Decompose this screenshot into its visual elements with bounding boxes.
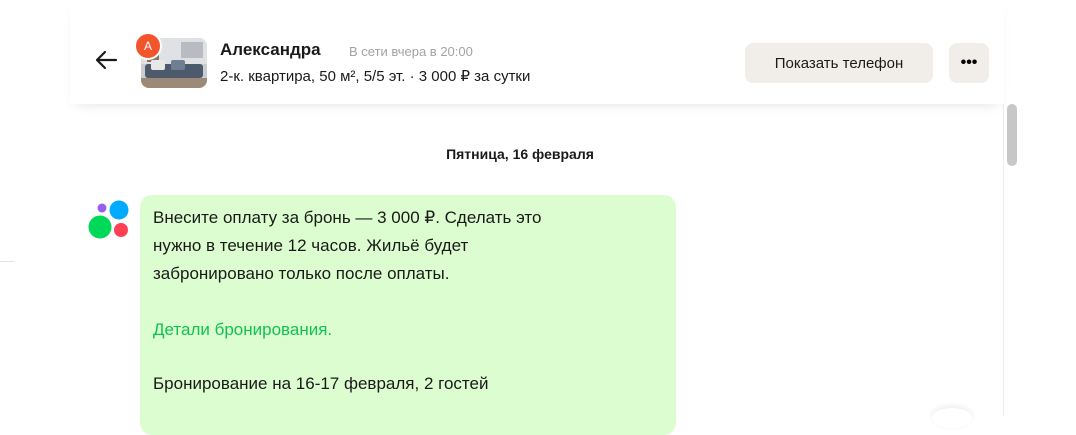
booking-dates-text: Бронирование на 16-17 февраля, 2 гостей bbox=[153, 374, 489, 393]
date-separator: Пятница, 16 февраля bbox=[446, 146, 594, 162]
scrollbar[interactable] bbox=[1007, 104, 1017, 166]
booking-details-link[interactable]: Детали бронирования. bbox=[153, 320, 332, 340]
message-text-line: Внесите оплату за бронь — 3 000 ₽. Сдела… bbox=[153, 208, 542, 227]
chat-header: А Александра В сети вчера в 20:00 2-к. к… bbox=[70, 0, 1004, 104]
message-text-line: забронировано только после оплаты. bbox=[153, 264, 450, 283]
back-arrow-icon[interactable] bbox=[92, 46, 120, 74]
scroll-down-button[interactable] bbox=[932, 408, 972, 428]
chat-border bbox=[1003, 104, 1004, 416]
left-divider bbox=[0, 261, 14, 262]
show-phone-button[interactable]: Показать телефон bbox=[745, 43, 933, 83]
message-bubble bbox=[140, 195, 676, 435]
message-text-line: нужно в течение 12 часов. Жильё будет bbox=[153, 236, 469, 255]
more-options-icon[interactable]: ••• bbox=[949, 43, 989, 83]
listing-summary[interactable]: 2-к. квартира, 50 м², 5/5 эт. · 3 000 ₽ … bbox=[220, 67, 530, 85]
user-avatar[interactable]: А bbox=[134, 32, 162, 60]
online-status: В сети вчера в 20:00 bbox=[349, 44, 473, 59]
avito-logo-icon bbox=[86, 200, 132, 240]
contact-name[interactable]: Александра bbox=[220, 40, 321, 60]
